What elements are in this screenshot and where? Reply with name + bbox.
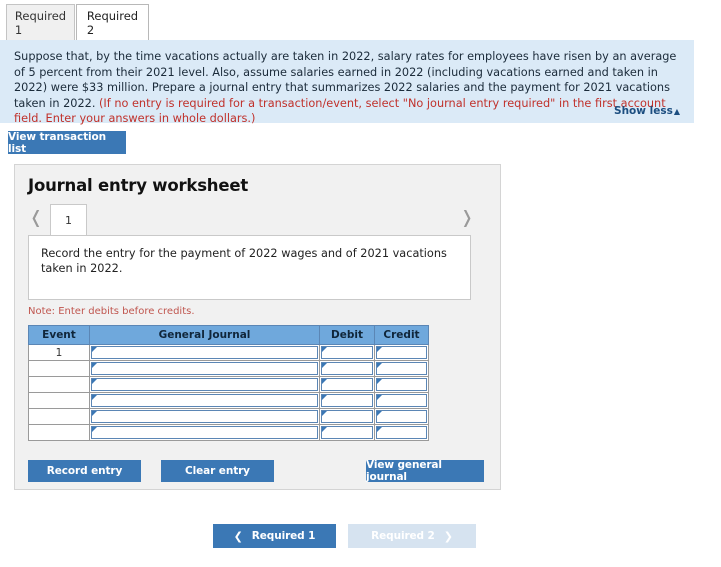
nav-required-2-label: Required 2 bbox=[371, 530, 435, 542]
credit-input[interactable] bbox=[376, 394, 427, 407]
cell-general-journal[interactable] bbox=[89, 376, 320, 393]
caret-up-icon: ▲ bbox=[673, 107, 680, 116]
credit-input[interactable] bbox=[376, 410, 427, 423]
debits-before-credits-note: Note: Enter debits before credits. bbox=[28, 306, 195, 317]
cell-credit[interactable] bbox=[374, 376, 429, 393]
cell-credit[interactable] bbox=[374, 344, 429, 361]
cell-debit[interactable] bbox=[319, 392, 375, 409]
cell-general-journal[interactable] bbox=[89, 344, 320, 361]
tab-required-1[interactable]: Required 1 bbox=[6, 4, 75, 41]
view-general-journal-button[interactable]: View general journal bbox=[366, 459, 484, 483]
pager-prev-icon[interactable]: ❬ bbox=[26, 207, 46, 229]
credit-input[interactable] bbox=[376, 346, 427, 359]
column-header-credit: Credit bbox=[374, 325, 429, 345]
cell-general-journal[interactable] bbox=[89, 424, 320, 441]
cell-credit[interactable] bbox=[374, 360, 429, 377]
cell-event bbox=[28, 424, 90, 441]
table-row bbox=[28, 376, 429, 393]
nav-required-2-button[interactable]: Required 2 ❯ bbox=[348, 524, 476, 548]
record-entry-label: Record entry bbox=[46, 465, 123, 477]
worksheet-title: Journal entry worksheet bbox=[28, 176, 249, 195]
cell-credit[interactable] bbox=[374, 392, 429, 409]
general-journal-select[interactable] bbox=[91, 362, 318, 375]
question-info-box: Suppose that, by the time vacations actu… bbox=[0, 40, 694, 125]
credit-input[interactable] bbox=[376, 378, 427, 391]
column-header-general-journal: General Journal bbox=[89, 325, 320, 345]
general-journal-select[interactable] bbox=[91, 394, 318, 407]
chevron-left-icon: ❮ bbox=[233, 529, 243, 543]
general-journal-select[interactable] bbox=[91, 410, 318, 423]
pager-page-1-tab[interactable]: 1 bbox=[50, 204, 87, 235]
tab-required-2[interactable]: Required 2 bbox=[76, 4, 149, 41]
table-row bbox=[28, 408, 429, 425]
cell-general-journal[interactable] bbox=[89, 392, 320, 409]
general-journal-select[interactable] bbox=[91, 426, 318, 439]
record-entry-button[interactable]: Record entry bbox=[28, 460, 141, 482]
cell-event: 1 bbox=[28, 344, 90, 361]
view-general-journal-label: View general journal bbox=[366, 459, 442, 483]
show-less-label: Show less bbox=[614, 105, 673, 117]
general-journal-select[interactable] bbox=[91, 346, 318, 359]
pager-next-icon[interactable]: ❭ bbox=[457, 207, 477, 229]
record-instruction-box: Record the entry for the payment of 2022… bbox=[28, 235, 471, 300]
cell-general-journal[interactable] bbox=[89, 408, 320, 425]
chevron-right-icon: ❯ bbox=[443, 529, 453, 543]
cell-debit[interactable] bbox=[319, 360, 375, 377]
nav-required-1-label: Required 1 bbox=[251, 530, 316, 542]
tab-bar: Required 1 Required 2 bbox=[0, 0, 721, 41]
column-header-debit: Debit bbox=[319, 325, 375, 345]
record-instruction-text: Record the entry for the payment of 2022… bbox=[41, 247, 447, 275]
question-text: Suppose that, by the time vacations actu… bbox=[14, 49, 680, 127]
journal-entry-table: Event General Journal Debit Credit 1 bbox=[28, 325, 429, 441]
view-transaction-list-button[interactable]: View transaction list bbox=[8, 130, 126, 155]
cell-debit[interactable] bbox=[319, 344, 375, 361]
debit-input[interactable] bbox=[321, 378, 373, 391]
column-header-event: Event bbox=[28, 325, 90, 345]
cell-debit[interactable] bbox=[319, 424, 375, 441]
cell-credit[interactable] bbox=[374, 424, 429, 441]
pager-page-1-label: 1 bbox=[65, 213, 72, 227]
cell-event bbox=[28, 376, 90, 393]
question-text-highlight: (If no entry is required for a transacti… bbox=[14, 96, 666, 126]
debit-input[interactable] bbox=[321, 394, 373, 407]
clear-entry-button[interactable]: Clear entry bbox=[161, 460, 274, 482]
cell-event bbox=[28, 408, 90, 425]
table-header-row: Event General Journal Debit Credit bbox=[28, 325, 429, 345]
debit-input[interactable] bbox=[321, 362, 373, 375]
view-transaction-list-label: View transaction list bbox=[8, 130, 107, 155]
clear-entry-label: Clear entry bbox=[185, 465, 250, 477]
general-journal-select[interactable] bbox=[91, 378, 318, 391]
cell-debit[interactable] bbox=[319, 408, 375, 425]
tab-required-2-label: Required 2 bbox=[86, 9, 139, 37]
credit-input[interactable] bbox=[376, 426, 427, 439]
cell-credit[interactable] bbox=[374, 408, 429, 425]
show-less-link[interactable]: Show less▲ bbox=[614, 105, 680, 117]
credit-input[interactable] bbox=[376, 362, 427, 375]
debit-input[interactable] bbox=[321, 346, 373, 359]
table-row: 1 bbox=[28, 344, 429, 361]
nav-required-1-button[interactable]: ❮ Required 1 bbox=[213, 524, 336, 548]
table-row bbox=[28, 392, 429, 409]
cell-debit[interactable] bbox=[319, 376, 375, 393]
table-row bbox=[28, 360, 429, 377]
worksheet-pager: ❬ 1 ❭ bbox=[15, 204, 500, 235]
tab-required-1-label: Required 1 bbox=[14, 9, 67, 37]
cell-event bbox=[28, 360, 90, 377]
debit-input[interactable] bbox=[321, 426, 373, 439]
table-row bbox=[28, 424, 429, 441]
debit-input[interactable] bbox=[321, 410, 373, 423]
cell-event bbox=[28, 392, 90, 409]
journal-entry-worksheet-panel: Journal entry worksheet ❬ 1 ❭ Record the… bbox=[14, 164, 501, 490]
cell-general-journal[interactable] bbox=[89, 360, 320, 377]
